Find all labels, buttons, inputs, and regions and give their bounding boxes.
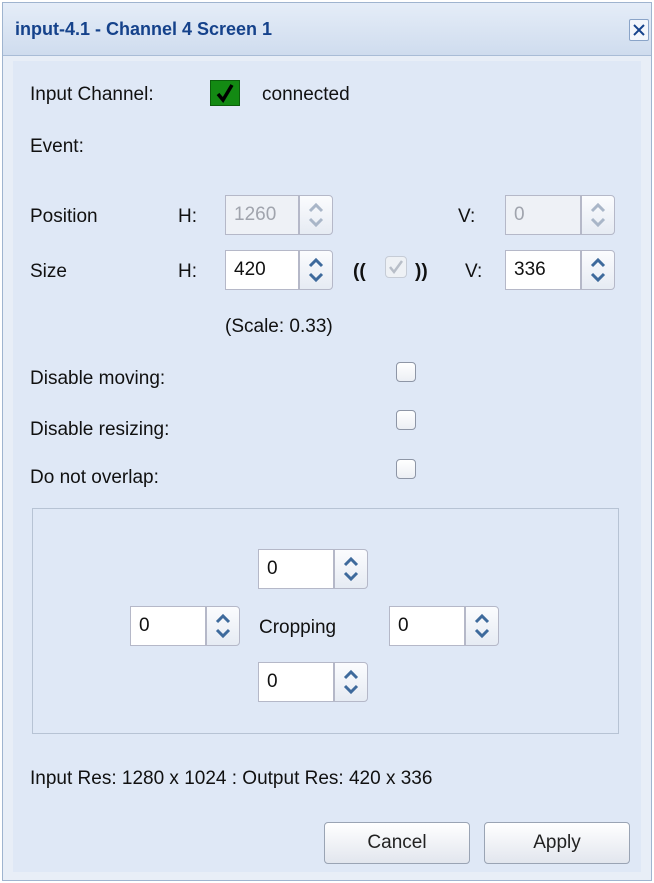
size-v-spinner[interactable]	[581, 250, 615, 290]
crop-left-input[interactable]	[131, 607, 207, 645]
crop-top-spinner[interactable]	[334, 549, 368, 589]
size-h-field[interactable]	[225, 250, 333, 290]
aspect-lock-checkbox	[385, 256, 407, 278]
close-button[interactable]	[629, 19, 649, 41]
spinner-arrows-icon	[343, 556, 359, 582]
checkmark-icon	[216, 84, 234, 104]
spinner-arrows-icon	[215, 613, 231, 639]
cancel-button[interactable]: Cancel	[324, 822, 470, 864]
disable-moving-checkbox[interactable]	[396, 362, 416, 382]
do-not-overlap-checkbox[interactable]	[396, 459, 416, 479]
dialog-title: input-4.1 - Channel 4 Screen 1	[15, 19, 273, 39]
checkmark-icon	[389, 260, 404, 275]
position-v-field	[505, 195, 615, 235]
close-icon	[633, 24, 645, 36]
scale-text: (Scale: 0.33)	[225, 316, 333, 337]
size-v-input[interactable]	[506, 251, 582, 289]
aspect-lock-open: ((	[353, 261, 366, 282]
position-h-label: H:	[178, 206, 197, 227]
position-v-input	[506, 196, 582, 234]
spinner-arrows-icon	[590, 257, 606, 283]
disable-resizing-checkbox[interactable]	[396, 410, 416, 430]
spinner-arrows-icon	[474, 613, 490, 639]
position-h-input	[226, 196, 300, 234]
spinner-arrows-icon	[308, 202, 324, 228]
input-channel-label: Input Channel:	[30, 84, 154, 105]
crop-bottom-spinner[interactable]	[334, 662, 368, 702]
position-label: Position	[30, 206, 98, 227]
crop-bottom-input[interactable]	[259, 663, 335, 701]
dialog-titlebar[interactable]: input-4.1 - Channel 4 Screen 1	[3, 3, 651, 56]
disable-moving-label: Disable moving:	[30, 368, 166, 389]
cropping-label: Cropping	[259, 617, 337, 638]
crop-right-input[interactable]	[390, 607, 466, 645]
position-v-label: V:	[458, 206, 476, 227]
position-h-field	[225, 195, 333, 235]
crop-bottom-field[interactable]	[258, 662, 368, 702]
crop-left-field[interactable]	[130, 606, 240, 646]
size-v-field[interactable]	[505, 250, 615, 290]
spinner-arrows-icon	[308, 257, 324, 283]
position-v-spinner	[581, 195, 615, 235]
crop-top-input[interactable]	[259, 550, 335, 588]
position-h-spinner	[299, 195, 333, 235]
crop-left-spinner[interactable]	[206, 606, 240, 646]
aspect-lock-close: ))	[415, 261, 428, 282]
connection-status: connected	[262, 84, 350, 105]
apply-button[interactable]: Apply	[484, 822, 630, 864]
spinner-arrows-icon	[343, 669, 359, 695]
size-v-label: V:	[465, 261, 483, 282]
crop-right-field[interactable]	[389, 606, 499, 646]
do-not-overlap-label: Do not overlap:	[30, 467, 159, 488]
spinner-arrows-icon	[590, 202, 606, 228]
size-h-spinner[interactable]	[299, 250, 333, 290]
size-h-label: H:	[178, 261, 197, 282]
size-h-input[interactable]	[226, 251, 300, 289]
event-label: Event:	[30, 136, 84, 157]
crop-top-field[interactable]	[258, 549, 368, 589]
connected-indicator	[210, 80, 240, 106]
disable-resizing-label: Disable resizing:	[30, 419, 170, 440]
crop-right-spinner[interactable]	[465, 606, 499, 646]
size-label: Size	[30, 261, 67, 282]
resolution-info: Input Res: 1280 x 1024 : Output Res: 420…	[30, 768, 433, 789]
